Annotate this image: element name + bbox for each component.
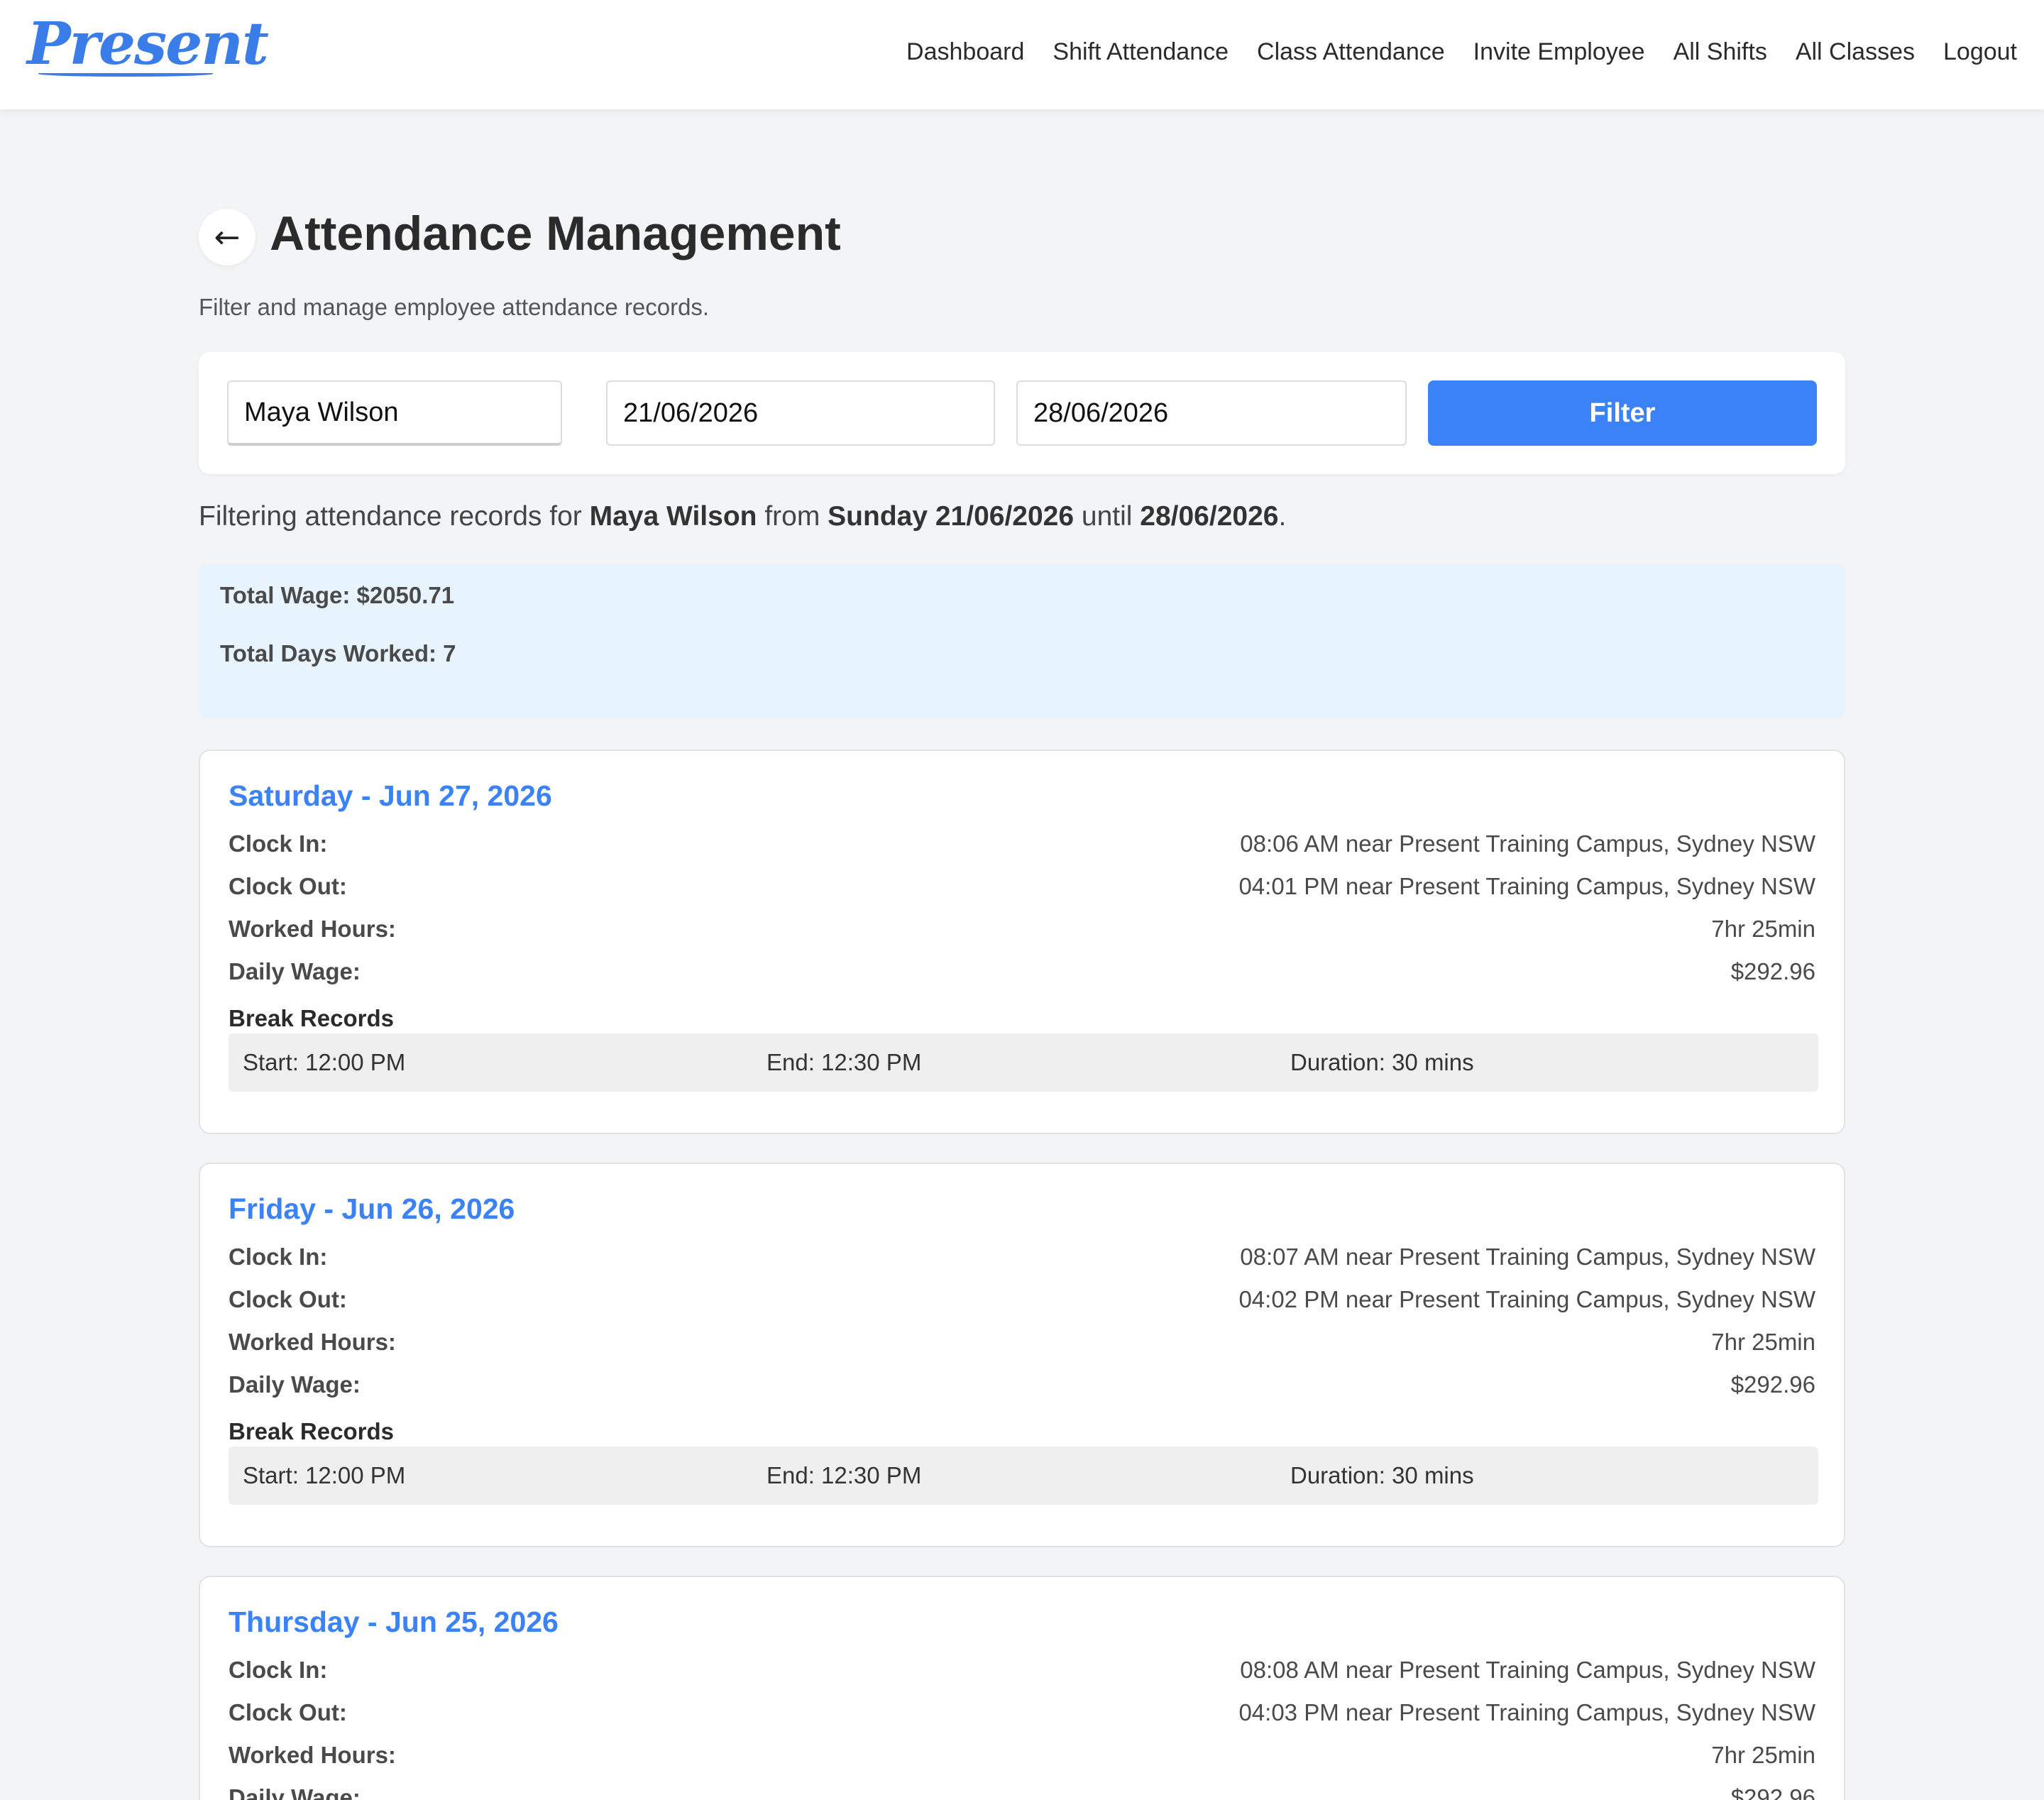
nav-item-all-classes[interactable]: All Classes	[1796, 38, 1915, 66]
arrow-left-icon: ←	[214, 219, 241, 256]
total-wage: Total Wage: $2050.71	[220, 582, 455, 608]
record-date: Saturday - Jun 27, 2026	[229, 779, 552, 812]
employee-select[interactable]: Maya Wilson	[227, 380, 562, 446]
clock-out-label: Clock Out:	[229, 1286, 347, 1312]
clock-out-value: 04:02 PM near Present Training Campus, S…	[1238, 1286, 1815, 1312]
summary-mid2: until	[1074, 501, 1141, 532]
to-date-input[interactable]: 28/06/2026	[1016, 380, 1407, 446]
worked-hours-value: 7hr 25min	[1711, 916, 1815, 942]
page-title: Attendance Management	[270, 207, 841, 260]
nav-item-all-shifts[interactable]: All Shifts	[1674, 38, 1767, 66]
summary-name: Maya Wilson	[589, 501, 757, 532]
to-date-value: 28/06/2026	[1033, 397, 1169, 428]
filter-summary: Filtering attendance records for Maya Wi…	[199, 501, 1286, 532]
break-record-row: Start: 12:00 PM End: 12:30 PM Duration: …	[229, 1033, 1818, 1092]
summary-mid1: from	[757, 501, 828, 532]
clock-in-label: Clock In:	[229, 1244, 328, 1270]
break-end: End: 12:30 PM	[766, 1462, 922, 1488]
daily-wage-value: $292.96	[1730, 1784, 1815, 1800]
summary-prefix: Filtering attendance records for	[199, 501, 590, 532]
attendance-record-card: Saturday - Jun 27, 2026 Clock In: 08:06 …	[199, 750, 1845, 1134]
summary-to: 28/06/2026	[1140, 501, 1279, 532]
from-date-input[interactable]: 21/06/2026	[606, 380, 995, 446]
page-subtitle: Filter and manage employee attendance re…	[199, 294, 710, 320]
break-records-title: Break Records	[229, 1418, 394, 1444]
worked-hours-value: 7hr 25min	[1711, 1329, 1815, 1355]
break-start: Start: 12:00 PM	[243, 1462, 406, 1488]
summary-from: Sunday 21/06/2026	[828, 501, 1075, 532]
page: Present Dashboard Shift Attendance Class…	[0, 0, 2044, 1800]
daily-wage-label: Daily Wage:	[229, 958, 361, 984]
worked-hours-label: Worked Hours:	[229, 1742, 396, 1768]
clock-out-label: Clock Out:	[229, 873, 347, 899]
daily-wage-label: Daily Wage:	[229, 1371, 361, 1398]
filter-card: Maya Wilson 21/06/2026 28/06/2026 Filter	[199, 352, 1845, 474]
break-duration: Duration: 30 mins	[1290, 1049, 1474, 1075]
from-date-value: 21/06/2026	[623, 397, 759, 428]
nav-item-shift-attendance[interactable]: Shift Attendance	[1053, 38, 1229, 66]
summary-suffix: .	[1278, 501, 1287, 532]
totals-panel: Total Wage: $2050.71 Total Days Worked: …	[199, 564, 1845, 718]
nav-item-class-attendance[interactable]: Class Attendance	[1257, 38, 1445, 66]
clock-in-value: 08:07 AM near Present Training Campus, S…	[1240, 1244, 1815, 1270]
break-end: End: 12:30 PM	[766, 1049, 922, 1075]
worked-hours-label: Worked Hours:	[229, 916, 396, 942]
app-logo[interactable]: Present	[27, 10, 269, 78]
worked-hours-label: Worked Hours:	[229, 1329, 396, 1355]
break-record-row: Start: 12:00 PM End: 12:30 PM Duration: …	[229, 1447, 1818, 1505]
attendance-record-card: Thursday - Jun 25, 2026 Clock In: 08:08 …	[199, 1576, 1845, 1800]
record-date: Friday - Jun 26, 2026	[229, 1192, 515, 1225]
break-duration: Duration: 30 mins	[1290, 1462, 1474, 1488]
break-records-title: Break Records	[229, 1005, 394, 1031]
total-days-worked: Total Days Worked: 7	[220, 640, 456, 666]
employee-select-value: Maya Wilson	[244, 397, 399, 427]
clock-out-label: Clock Out:	[229, 1699, 347, 1725]
clock-in-label: Clock In:	[229, 1657, 328, 1683]
worked-hours-value: 7hr 25min	[1711, 1742, 1815, 1768]
clock-out-value: 04:01 PM near Present Training Campus, S…	[1238, 873, 1815, 899]
daily-wage-value: $292.96	[1730, 1371, 1815, 1398]
filter-button[interactable]: Filter	[1428, 380, 1817, 446]
daily-wage-value: $292.96	[1730, 958, 1815, 984]
logo-underline	[38, 71, 213, 77]
attendance-record-card: Friday - Jun 26, 2026 Clock In: 08:07 AM…	[199, 1163, 1845, 1547]
nav-item-dashboard[interactable]: Dashboard	[906, 38, 1024, 66]
clock-out-value: 04:03 PM near Present Training Campus, S…	[1238, 1699, 1815, 1725]
nav-links: Dashboard Shift Attendance Class Attenda…	[906, 38, 2017, 66]
daily-wage-label: Daily Wage:	[229, 1784, 361, 1800]
nav-item-invite-employee[interactable]: Invite Employee	[1473, 38, 1645, 66]
clock-in-value: 08:08 AM near Present Training Campus, S…	[1240, 1657, 1815, 1683]
back-button[interactable]: ←	[199, 209, 256, 265]
break-start: Start: 12:00 PM	[243, 1049, 406, 1075]
nav-item-logout[interactable]: Logout	[1943, 38, 2017, 66]
top-navbar: Present Dashboard Shift Attendance Class…	[0, 0, 2044, 109]
clock-in-value: 08:06 AM near Present Training Campus, S…	[1240, 830, 1815, 857]
clock-in-label: Clock In:	[229, 830, 328, 857]
record-date: Thursday - Jun 25, 2026	[229, 1606, 559, 1638]
